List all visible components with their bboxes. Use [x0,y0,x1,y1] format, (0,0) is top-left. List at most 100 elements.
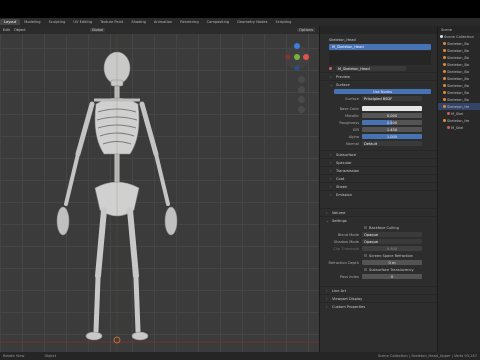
section-custom-properties[interactable]: › Custom Properties [320,302,437,310]
ior-field[interactable]: 1.450 [362,127,422,132]
refraction-depth-row: Refraction Depth 0 m [320,259,437,266]
outliner-item-material[interactable]: M_Skel [438,124,480,131]
menu-object[interactable]: Object [14,28,26,32]
shadow-mode-select[interactable]: Opaque [362,239,422,244]
outliner-item[interactable]: Skeleton_Bo [438,89,480,96]
outliner-item[interactable]: Scene Collection [438,33,480,40]
tab-texture-paint[interactable]: Texture Paint [96,19,127,25]
blend-mode-row: Blend Mode Opaque [320,231,437,238]
camera-icon[interactable] [298,96,305,103]
outliner-item[interactable]: Skeleton_Bo [438,54,480,61]
gizmo-x-icon [303,54,309,60]
refraction-depth-field[interactable]: 0 m [362,260,422,265]
tab-scripting[interactable]: Scripting [271,19,295,25]
outliner-item[interactable]: Skeleton_Bo [438,68,480,75]
base-color-swatch[interactable] [362,106,422,111]
outliner-item[interactable]: Skeleton_Bo [438,40,480,47]
window-top-bar [0,0,480,18]
pass-index-field[interactable]: 0 [362,274,422,279]
metallic-slider[interactable]: 0.000 [362,113,422,118]
outliner-item[interactable]: Skeleton_He [438,117,480,124]
param-alpha: Alpha 1.000 [320,133,437,140]
outliner-item[interactable]: Skeleton_Bo [438,75,480,82]
section-transmission[interactable]: › Transmission [320,166,437,174]
section-viewport-display[interactable]: › Viewport Display [320,294,437,302]
alpha-slider[interactable]: 1.000 [362,134,422,139]
section-volume[interactable]: › Volume [320,208,437,216]
object-breadcrumb: Skeleton_Head [320,36,437,43]
tab-uv-editing[interactable]: UV Editing [69,19,96,25]
sss-translucency-checkbox[interactable] [364,268,367,271]
options-dropdown[interactable]: Options [297,28,315,32]
normal-input[interactable]: Default [362,141,422,146]
backface-culling-checkbox[interactable] [364,226,367,229]
param-base-color: Base Color [320,105,437,112]
skeleton-model [0,26,319,352]
zoom-icon[interactable] [298,76,305,83]
clip-threshold-field[interactable]: 0.500 [362,246,422,251]
tab-layout[interactable]: Layout [0,19,21,25]
viewport-nav-tools [298,76,305,113]
section-emission[interactable]: › Emission [320,190,437,198]
outliner-item[interactable]: Skeleton_Bo [438,82,480,89]
viewport-header: Edit Object Global Options [0,26,319,34]
section-coat[interactable]: › Coat [320,174,437,182]
pass-index-row: Pass Index 0 [320,273,437,280]
outliner-item-selected[interactable]: Skeleton_He [438,103,480,110]
backface-culling-row: Backface Culling [320,224,437,231]
menu-edit[interactable]: Edit [3,28,10,32]
ssr-checkbox[interactable] [364,254,367,257]
outliner-item[interactable]: Skeleton_Bo [438,61,480,68]
outliner-header: Scene [438,26,480,33]
param-ior: IOR 1.450 [320,126,437,133]
tab-modeling[interactable]: Modeling [20,19,44,25]
status-left: Rotate View [3,354,25,358]
material-selector[interactable]: M_Skeleton_Head [320,65,437,72]
outliner-panel: Scene Scene Collection Skeleton_Bo Skele… [437,26,480,352]
outliner-item-material[interactable]: M_Skel [438,110,480,117]
blend-mode-select[interactable]: Opaque [362,232,422,237]
workspace-tabbar: Layout Modeling Sculpting UV Editing Tex… [0,18,480,26]
section-preview[interactable]: › Preview [320,72,437,80]
pan-hand-icon[interactable] [298,86,305,93]
sss-translucency-row: Subsurface Translucency [320,266,437,273]
tab-sculpting[interactable]: Sculpting [45,19,70,25]
ssr-row: Screen Space Refraction [320,252,437,259]
status-bar: Rotate View Object Scene Collection | Sk… [0,352,480,360]
param-roughness: Roughness 0.500 [320,119,437,126]
object-name-label: Skeleton_Head [329,37,356,42]
section-specular[interactable]: › Specular [320,158,437,166]
material-icon [329,67,332,70]
tab-animation[interactable]: Animation [150,19,176,25]
outliner-title: Scene [441,27,452,32]
status-right: Scene Collection | Skeleton_Head_Upper |… [377,354,477,358]
section-line-art[interactable]: › Line Art [320,286,437,294]
3d-viewport[interactable] [0,26,319,352]
tab-geometry-nodes[interactable]: Geometry Nodes [233,19,271,25]
gizmo-y-icon [294,54,300,60]
section-surface[interactable]: ⌄ Surface [320,80,437,88]
tab-compositing[interactable]: Compositing [203,19,234,25]
navigation-gizmo[interactable] [282,40,312,74]
status-middle: Object [44,354,57,358]
use-nodes-button[interactable]: Use Nodes [334,89,431,94]
section-sheen[interactable]: › Sheen [320,182,437,190]
param-normal: Normal Default [320,140,437,147]
section-subsurface[interactable]: › Subsurface [320,150,437,158]
tab-shading[interactable]: Shading [127,19,150,25]
outliner-item[interactable]: Skeleton_Bo [438,47,480,54]
tab-rendering[interactable]: Rendering [176,19,202,25]
param-metallic: Metallic 0.000 [320,112,437,119]
material-name-field[interactable]: M_Skeleton_Head [336,66,406,71]
grid-icon[interactable] [298,106,305,113]
material-slot-item[interactable]: M_Skeleton_Head [329,44,431,50]
gizmo-z-icon [294,43,300,49]
outliner-item[interactable]: Skeleton_Bo [438,96,480,103]
section-settings[interactable]: ⌄ Settings [320,216,437,224]
shadow-mode-row: Shadow Mode Opaque [320,238,437,245]
properties-panel: Skeleton_Head M_Skeleton_Head M_Skeleton… [319,26,437,352]
transform-orientation-select[interactable]: Global [89,28,106,32]
roughness-slider[interactable]: 0.500 [362,120,422,125]
clip-threshold-row: Clip Threshold 0.500 [320,245,437,252]
surface-shader-select[interactable]: Principled BSDF [362,96,422,101]
